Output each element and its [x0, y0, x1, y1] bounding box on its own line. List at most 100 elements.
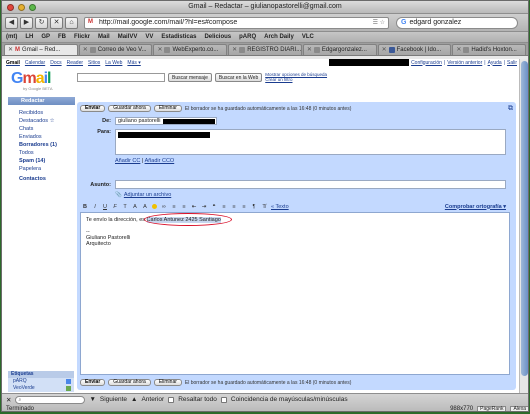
bookmark-item[interactable]: FB	[58, 34, 66, 40]
discard-button[interactable]: Eliminar	[153, 105, 182, 112]
sidebar-item-sent[interactable]: Enviados	[2, 133, 75, 141]
italic-icon[interactable]: I	[92, 204, 98, 210]
quote-icon[interactable]: ❝	[211, 204, 217, 210]
reload-button[interactable]: ↻	[35, 16, 48, 29]
numbered-list-icon[interactable]: ≡	[171, 204, 177, 210]
topnav-reader[interactable]: Reader	[67, 60, 83, 66]
find-prev-button[interactable]: Anterior	[141, 396, 164, 403]
text-color-icon[interactable]: A	[132, 204, 138, 210]
align-right-icon[interactable]: ≡	[241, 204, 247, 210]
topnav-gmail[interactable]: Gmail	[6, 60, 20, 66]
emoticon-icon[interactable]	[152, 204, 157, 209]
sidebar-item-all[interactable]: Todos	[2, 149, 75, 157]
bookmark-item[interactable]: Delicious	[204, 34, 231, 40]
sidebar-item-chats[interactable]: Chats	[2, 125, 75, 133]
plain-text-link[interactable]: « Texto	[271, 204, 289, 210]
sidebar-item-spam[interactable]: Spam (14)	[2, 157, 75, 165]
bookmark-item[interactable]: MailVV	[118, 34, 138, 40]
spellcheck-link[interactable]: Comprobar ortografía ▾	[445, 204, 510, 210]
tab-facebook[interactable]: ✕ Facebook | Ido...	[377, 44, 452, 55]
bookmark-item[interactable]: Arch Daily	[264, 34, 294, 40]
browser-search-input[interactable]: G edgard gonzalez	[396, 16, 518, 29]
alexa-button[interactable]: Alexa	[510, 406, 528, 411]
bookmark-item[interactable]: (mt)	[6, 34, 17, 40]
settings-link[interactable]: Configuración	[411, 60, 442, 66]
message-body[interactable]: Te envío la dirección, es Carlos Antunez…	[80, 212, 510, 375]
bookmark-item[interactable]: pARQ	[239, 34, 256, 40]
rtl-icon[interactable]: ¶	[251, 204, 257, 210]
tab-webexperto[interactable]: ✕ WebExperto.co...	[153, 44, 228, 55]
save-draft-button[interactable]: Guardar ahora	[108, 105, 151, 112]
attach-file-link[interactable]: Adjuntar un archivo	[124, 192, 171, 198]
topnav-calendar[interactable]: Calendar	[25, 60, 45, 66]
find-input[interactable]: ⌕	[15, 395, 86, 404]
signout-link[interactable]: Salir	[507, 60, 517, 66]
remove-format-icon[interactable]: T̸	[261, 204, 267, 210]
tab-correo[interactable]: ✕ Correo de Veo V...	[78, 44, 153, 55]
compose-button[interactable]: Redactar	[8, 97, 75, 105]
close-tab-icon[interactable]: ✕	[307, 45, 312, 55]
mail-search-input[interactable]	[77, 72, 165, 82]
from-select[interactable]: giuliano pastorelli	[115, 117, 217, 125]
close-tab-icon[interactable]: ✕	[232, 45, 237, 55]
stop-button[interactable]: ✕	[50, 16, 63, 29]
home-button[interactable]: ⌂	[65, 16, 78, 29]
bookmark-item[interactable]: VV	[145, 34, 153, 40]
highlight-icon[interactable]: A	[142, 204, 148, 210]
label-item-veoverde[interactable]: VeoVerde	[8, 385, 74, 392]
indent-icon[interactable]: ⇥	[201, 204, 207, 210]
bookmark-item[interactable]: Mail	[98, 34, 110, 40]
address-bar[interactable]: M http://mail.google.com/mail/?hl=es#com…	[84, 16, 389, 29]
bookmark-item[interactable]: VLC	[302, 34, 314, 40]
search-mail-button[interactable]: Buscar mensaje	[168, 72, 212, 82]
next-arrow-icon[interactable]: ▼	[89, 396, 95, 403]
match-case-checkbox[interactable]	[220, 396, 227, 403]
bullet-list-icon[interactable]: ≡	[181, 204, 187, 210]
sidebar-item-starred[interactable]: Destacados ☆	[2, 117, 75, 125]
topnav-docs[interactable]: Docs	[50, 60, 61, 66]
close-tab-icon[interactable]: ✕	[382, 45, 387, 55]
forward-button[interactable]: ▶	[20, 16, 33, 29]
subject-field[interactable]	[115, 180, 506, 189]
bookmark-item[interactable]: Flickr	[74, 34, 90, 40]
old-version-link[interactable]: Versión anterior	[447, 60, 482, 66]
sidebar-item-inbox[interactable]: Recibidos	[2, 109, 75, 117]
add-cc-link[interactable]: Añadir CC	[115, 158, 140, 164]
discard-button-bottom[interactable]: Eliminar	[153, 379, 182, 386]
send-button-bottom[interactable]: Enviar	[80, 379, 106, 386]
bookmark-item[interactable]: Estadisticas	[161, 34, 196, 40]
create-filter-link[interactable]: Crear un filtro	[265, 77, 327, 82]
tab-gmail[interactable]: ✕ M Gmail – Red...	[4, 44, 78, 55]
tab-edgargonzalez[interactable]: ✕ Edgargonzalez...	[302, 44, 377, 55]
rss-icon[interactable]: ☰ ☆	[373, 19, 385, 26]
save-draft-button-bottom[interactable]: Guardar ahora	[108, 379, 151, 386]
bookmark-item[interactable]: LH	[25, 34, 33, 40]
back-button[interactable]: ◀	[5, 16, 18, 29]
to-field[interactable]	[115, 129, 506, 155]
find-next-button[interactable]: Siguiente	[100, 396, 127, 403]
close-find-icon[interactable]: ✕	[6, 396, 11, 404]
add-bcc-link[interactable]: Añadir CCO	[145, 158, 175, 164]
close-tab-icon[interactable]: ✕	[456, 45, 461, 55]
close-tab-icon[interactable]: ✕	[83, 45, 88, 55]
close-tab-icon[interactable]: ✕	[157, 45, 162, 55]
send-button[interactable]: Enviar	[80, 105, 106, 112]
scrollbar-thumb[interactable]	[521, 61, 528, 376]
font-icon[interactable]: F	[112, 204, 118, 210]
tab-hadid[interactable]: ✕ Hadid's Hoxton...	[452, 44, 527, 55]
align-left-icon[interactable]: ≡	[221, 204, 227, 210]
popout-icon[interactable]: ⧉	[508, 105, 513, 113]
sidebar-item-trash[interactable]: Papelera	[2, 165, 75, 173]
labels-header[interactable]: Etiquetas	[8, 371, 74, 378]
underline-icon[interactable]: U	[102, 204, 108, 210]
bold-icon[interactable]: B	[82, 204, 88, 210]
help-link[interactable]: Ayuda	[488, 60, 502, 66]
sidebar-item-contacts[interactable]: Contactos	[2, 175, 75, 183]
vertical-scrollbar[interactable]	[519, 59, 528, 393]
link-icon[interactable]: ∞	[161, 204, 167, 210]
bookmark-item[interactable]: GP	[41, 34, 50, 40]
topnav-sitios[interactable]: Sitios	[88, 60, 100, 66]
label-item-parq[interactable]: pARQ	[8, 378, 74, 385]
font-size-icon[interactable]: T	[122, 204, 128, 210]
topnav-more[interactable]: Más ▾	[127, 60, 140, 66]
